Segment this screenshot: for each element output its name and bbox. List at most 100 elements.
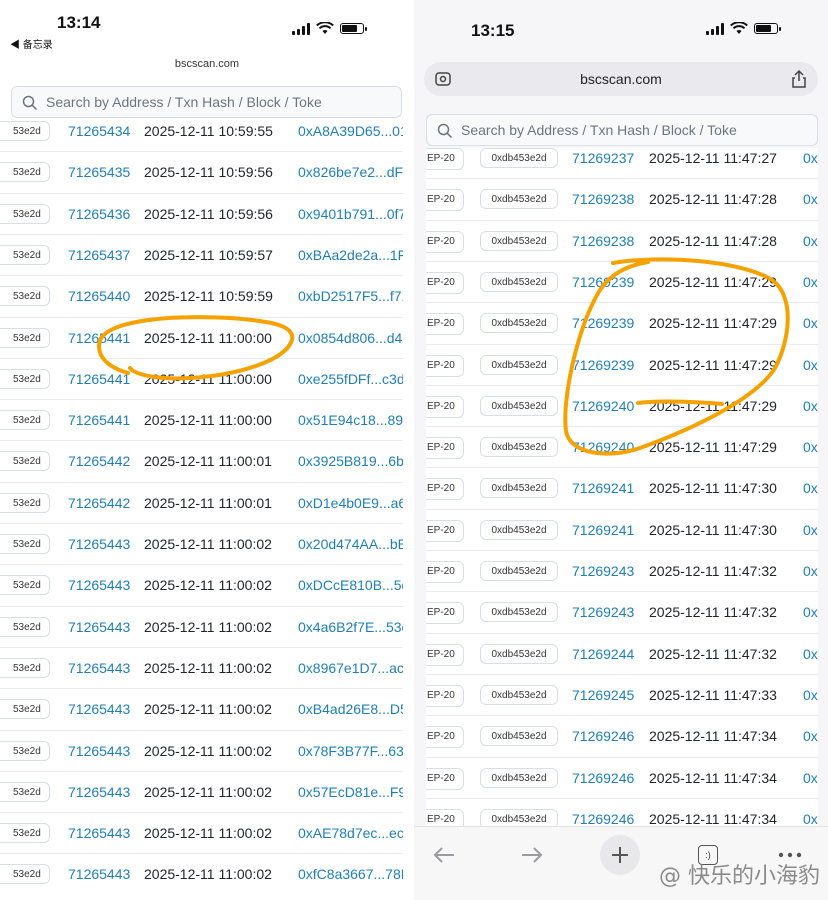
block-link[interactable]: 71269246: [572, 758, 634, 798]
address-link[interactable]: 0x: [803, 716, 818, 756]
block-link[interactable]: 71265443: [68, 772, 130, 812]
address-link[interactable]: 0x: [803, 179, 818, 219]
address-link[interactable]: 0x: [803, 551, 818, 591]
timestamp: 2025-12-11 10:59:55: [144, 123, 273, 139]
share-icon[interactable]: [790, 69, 808, 94]
address-link[interactable]: 0x: [803, 675, 818, 715]
block-link[interactable]: 71269246: [572, 799, 634, 826]
block-link[interactable]: 71269243: [572, 592, 634, 632]
back-to-notes-link[interactable]: ◀ 备忘录: [10, 36, 53, 51]
address-link[interactable]: 0xD1e4b0E9...a6: [298, 483, 403, 523]
address-link[interactable]: 0xB4ad26E8...D5: [298, 689, 403, 729]
block-link[interactable]: 71269238: [572, 179, 634, 219]
address-link[interactable]: 0x: [803, 345, 818, 385]
timestamp: 2025-12-11 11:47:30: [649, 521, 777, 538]
url-display[interactable]: bscscan.com: [0, 58, 414, 70]
timestamp: 2025-12-11 11:47:29: [649, 273, 777, 290]
back-button[interactable]: [424, 835, 464, 875]
method-badge: 53e2d: [0, 327, 50, 348]
block-link[interactable]: 71265437: [68, 235, 130, 275]
block-link[interactable]: 71265442: [68, 483, 130, 523]
block-link[interactable]: 71269241: [572, 510, 634, 550]
block-link[interactable]: 71269241: [572, 468, 634, 508]
address-link[interactable]: 0x: [803, 510, 818, 550]
block-link[interactable]: 71265443: [68, 731, 130, 771]
address-bar[interactable]: bscscan.com: [424, 62, 818, 96]
address-link[interactable]: 0x: [803, 427, 818, 467]
address-link[interactable]: 0xAE78d7ec...ec: [298, 813, 403, 853]
timestamp: 2025-12-11 11:00:02: [144, 618, 272, 635]
block-link[interactable]: 71269246: [572, 716, 634, 756]
table-row: 53e2d 71265443 2025-12-11 11:00:02 0x4a6B2f…: [0, 605, 403, 647]
block-link[interactable]: 71265443: [68, 689, 130, 729]
block-link[interactable]: 71265441: [68, 359, 130, 399]
block-link[interactable]: 71265441: [68, 400, 130, 440]
block-link[interactable]: 71265442: [68, 441, 130, 481]
block-link[interactable]: 71269240: [572, 386, 634, 426]
block-link[interactable]: 71269239: [572, 303, 634, 343]
address-link[interactable]: 0x4a6B2f7E...53e: [298, 607, 403, 647]
block-link[interactable]: 71265443: [68, 565, 130, 605]
method-badge: 53e2d: [0, 492, 50, 513]
address-link[interactable]: 0x: [803, 262, 818, 302]
block-link[interactable]: 71269238: [572, 221, 634, 261]
address-link[interactable]: 0x: [803, 148, 818, 178]
address-link[interactable]: 0xA8A39D65...01: [298, 120, 403, 151]
block-link[interactable]: 71265441: [68, 318, 130, 358]
block-link[interactable]: 71269239: [572, 262, 634, 302]
block-link[interactable]: 71265440: [68, 276, 130, 316]
address-link[interactable]: 0xDCcE810B...5d: [298, 565, 403, 605]
address-link[interactable]: 0x20d474AA...bE: [298, 524, 403, 564]
block-link[interactable]: 71265434: [68, 120, 130, 151]
address-link[interactable]: 0x: [803, 758, 818, 798]
block-link[interactable]: 71269237: [572, 148, 634, 178]
method-badge: 53e2d: [0, 781, 50, 802]
address-link[interactable]: 0x: [803, 468, 818, 508]
address-link[interactable]: 0x: [803, 592, 818, 632]
token-type-badge: EP-20: [426, 395, 464, 418]
block-link[interactable]: 71265436: [68, 194, 130, 234]
block-link[interactable]: 71265443: [68, 607, 130, 647]
address-link[interactable]: 0x: [803, 634, 818, 674]
timestamp: 2025-12-11 11:47:29: [649, 439, 777, 456]
address-link[interactable]: 0x9401b791...0f7: [298, 194, 403, 234]
address-link[interactable]: 0xfC8a3667...78E: [298, 854, 403, 894]
timestamp: 2025-12-11 11:00:00: [144, 412, 272, 429]
address-link[interactable]: 0xe255fDFf...c3d: [298, 359, 403, 399]
address-link[interactable]: 0x: [803, 799, 818, 826]
block-link[interactable]: 71265435: [68, 152, 130, 192]
address-link[interactable]: 0xBAa2de2a...1F: [298, 235, 403, 275]
address-link[interactable]: 0x: [803, 221, 818, 261]
table-row: 53e2d 71265443 2025-12-11 11:00:02 0xfC8a36…: [0, 853, 403, 894]
search-bar[interactable]: [426, 114, 818, 146]
address-link[interactable]: 0x0854d806...d4: [298, 318, 402, 358]
search-input[interactable]: [461, 115, 801, 145]
token-type-badge: EP-20: [426, 519, 464, 542]
block-link[interactable]: 71265443: [68, 524, 130, 564]
new-tab-button[interactable]: [600, 835, 640, 875]
block-link[interactable]: 71269245: [572, 675, 634, 715]
block-link[interactable]: 71265443: [68, 648, 130, 688]
block-link[interactable]: 71269240: [572, 427, 634, 467]
address-link[interactable]: 0x826be7e2...dFB: [298, 152, 403, 192]
address-link[interactable]: 0x78F3B77F...63f: [298, 731, 403, 771]
address-link[interactable]: 0xbD2517F5...f71: [298, 276, 403, 316]
address-link[interactable]: 0x57EcD81e...F9: [298, 772, 403, 812]
timestamp: 2025-12-11 11:00:02: [144, 701, 272, 718]
block-link[interactable]: 71269244: [572, 634, 634, 674]
address-link[interactable]: 0x: [803, 303, 818, 343]
address-link[interactable]: 0x8967e1D7...ac: [298, 648, 403, 688]
block-link[interactable]: 71265443: [68, 813, 130, 853]
block-link[interactable]: 71265443: [68, 854, 130, 894]
address-link[interactable]: 0x: [803, 386, 818, 426]
timestamp: 2025-12-11 10:59:57: [144, 246, 273, 263]
timestamp: 2025-12-11 11:47:32: [649, 563, 777, 579]
block-link[interactable]: 71269243: [572, 551, 634, 591]
address-link[interactable]: 0x3925B819...6b: [298, 441, 403, 481]
forward-button[interactable]: [512, 835, 552, 875]
url-text[interactable]: bscscan.com: [424, 71, 818, 87]
search-bar[interactable]: [11, 86, 402, 118]
address-link[interactable]: 0x51E94c18...891: [298, 400, 403, 440]
block-link[interactable]: 71269239: [572, 345, 634, 385]
search-input[interactable]: [46, 87, 386, 117]
